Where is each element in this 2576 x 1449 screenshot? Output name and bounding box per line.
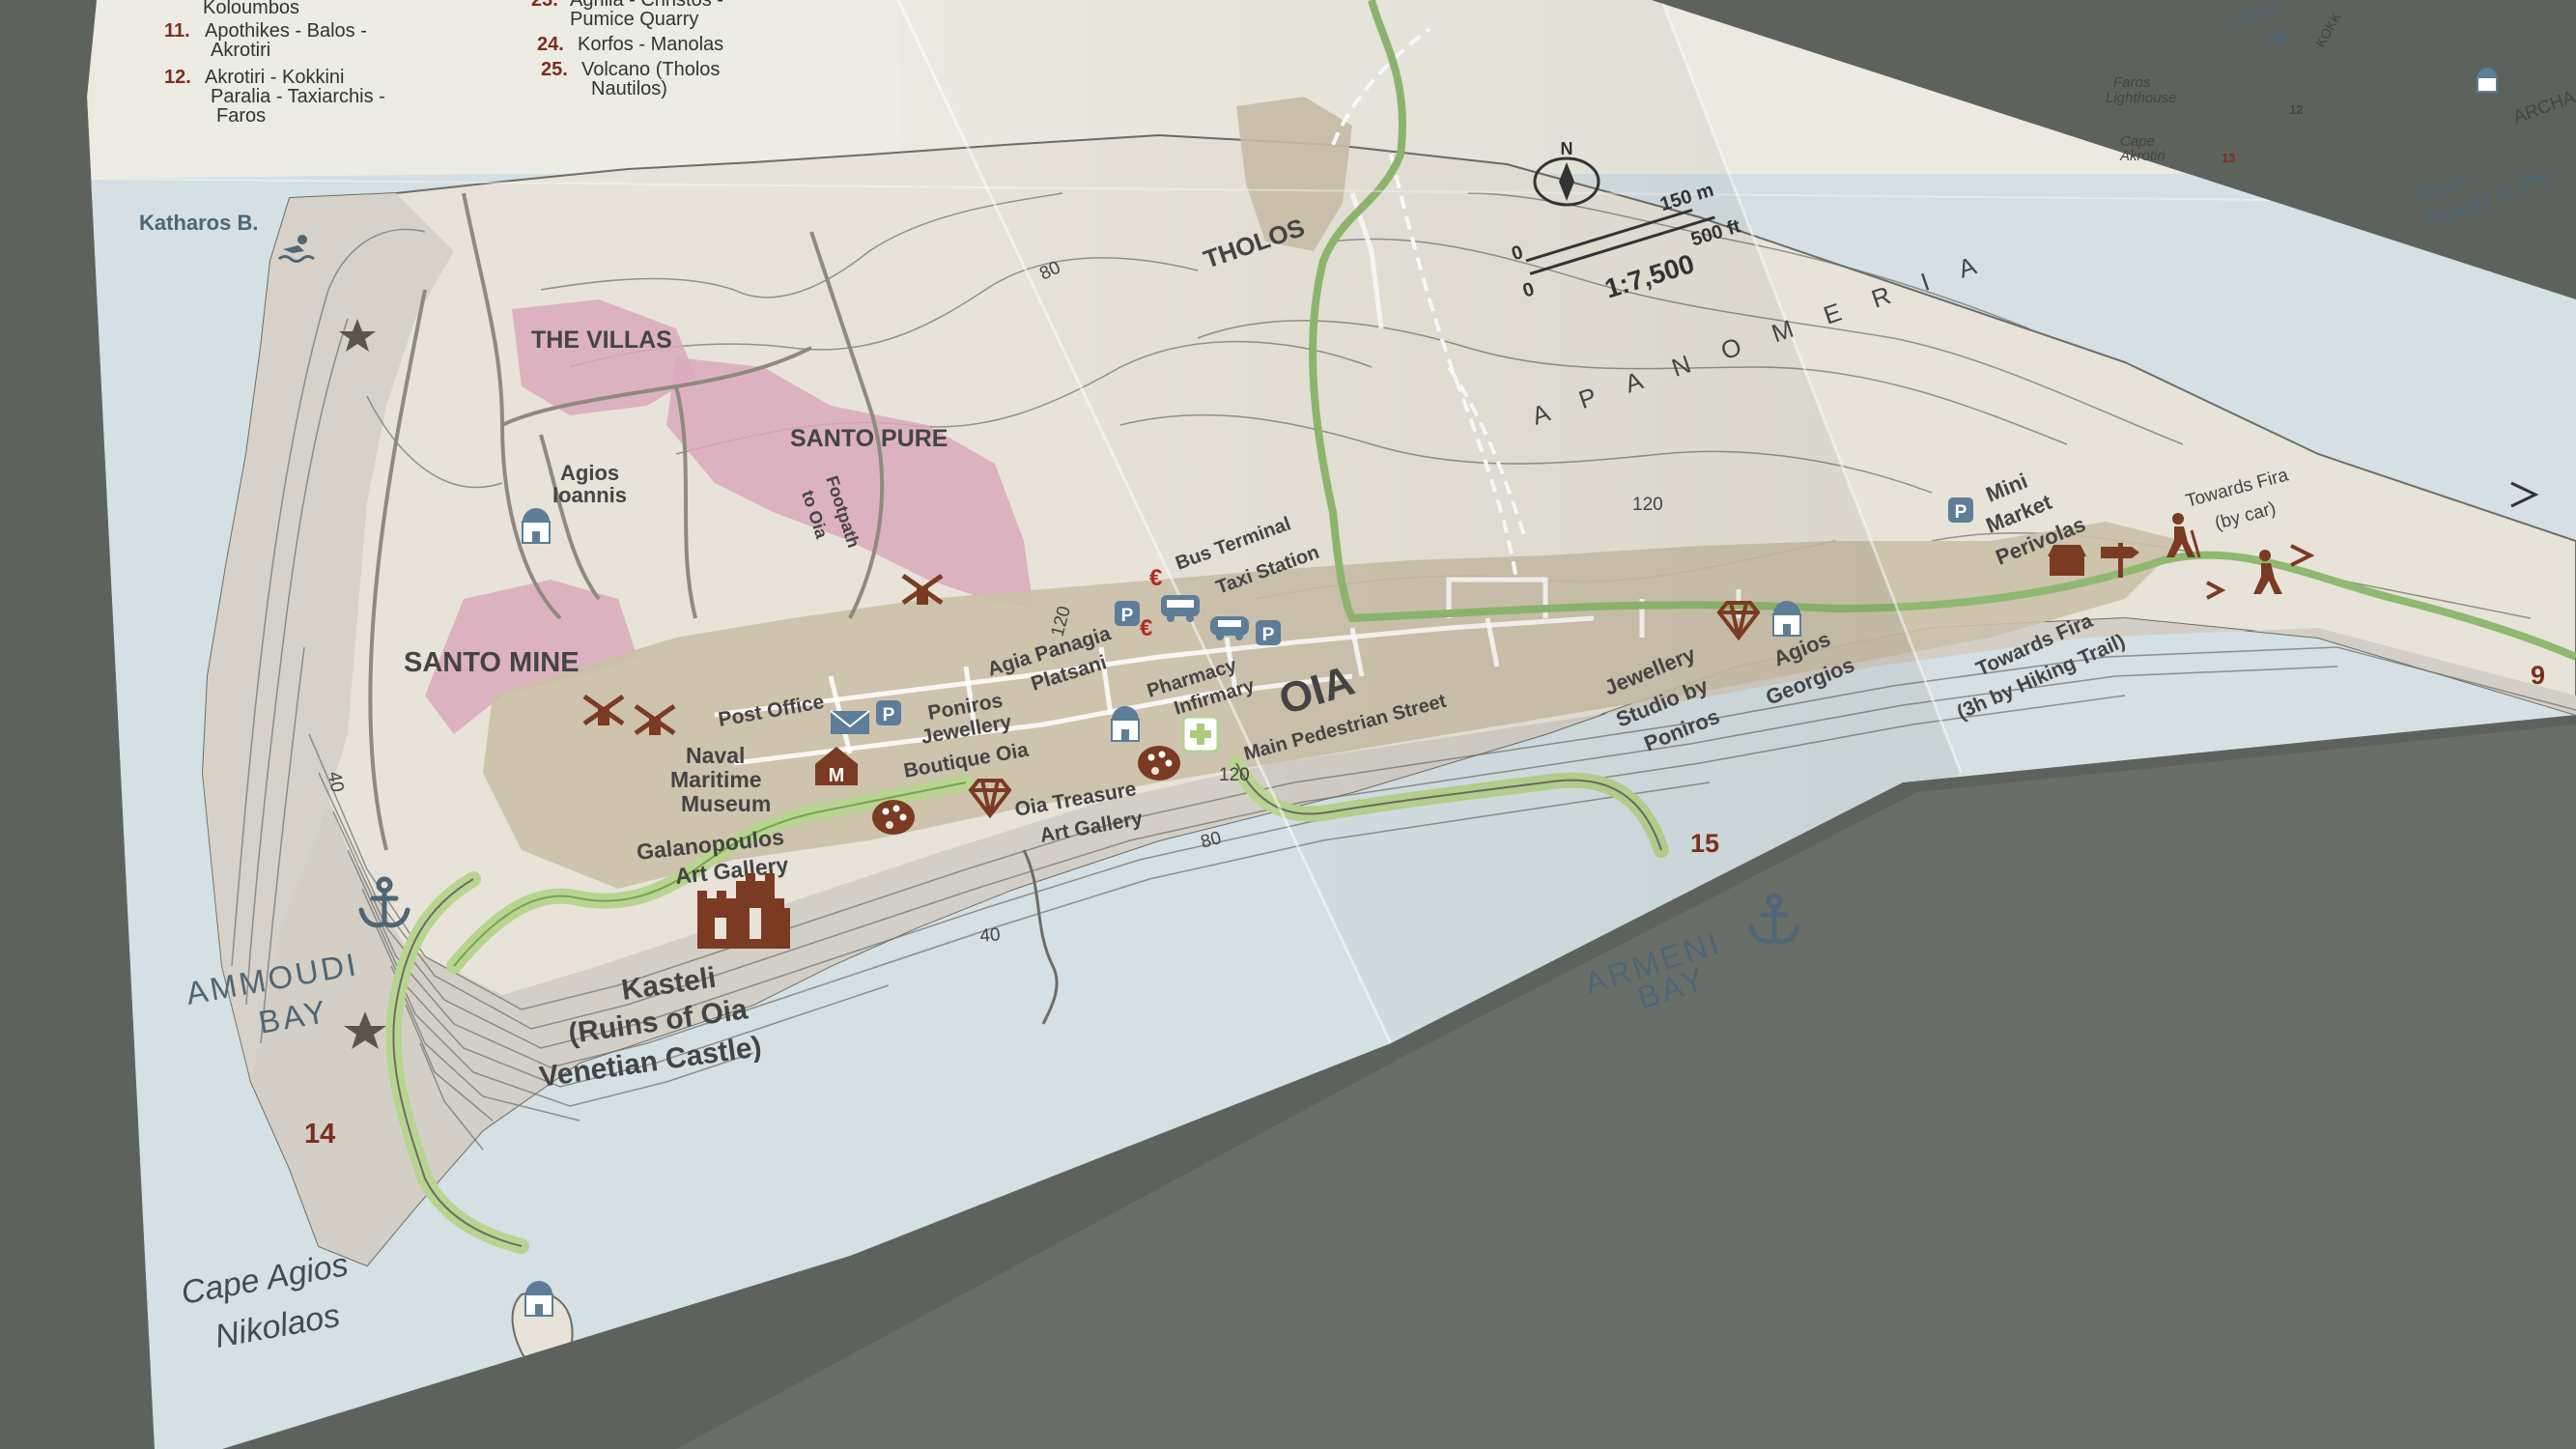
parking-label-taxi: P [1262,625,1275,645]
legend-line-4: Akrotiri - Kokkini [205,67,344,88]
legend-line-6: Faros [216,105,266,127]
label-lighthouse: Lighthouse [2106,90,2176,106]
oia-map: Koloumbos 11. Apothikes - Balos - Akroti… [0,0,2576,1449]
label-naval: Naval [686,743,745,768]
art-gallery-icon-main [1138,746,1180,781]
legend-line-1: Koloumbos [203,0,299,18]
post-office-icon [830,710,870,734]
legend-num-25: 25. [541,59,568,80]
legend-line-8: Pumice Quarry [570,9,698,30]
label-maritime: Maritime [670,767,762,792]
parking-label-perivolas: P [1955,502,1967,523]
trail-number-14[interactable]: 14 [304,1119,335,1150]
map-scene: Koloumbos 11. Apothikes - Balos - Akroti… [0,0,2576,1449]
legend-line-5: Paralia - Taxiarchis - [211,86,385,107]
parking-icon-taxi: P [1256,620,1281,645]
infirmary-icon [1181,715,1220,753]
trail-number-12[interactable]: 12 [2289,102,2303,117]
contour-40-left: 40 [324,770,347,793]
contour-120-south: 120 [1219,765,1250,785]
art-gallery-icon-galanopoulos [872,800,915,835]
parking-icon-bus: P [1115,601,1140,626]
museum-letter: M [829,765,845,786]
church-icon-agios-georgios [1772,601,1801,637]
legend-num-12: 12. [164,67,191,88]
label-agios-ioannis-1: Agios [560,461,619,485]
legend-num-24: 24. [537,34,564,55]
parking-label-bus: P [1121,606,1134,626]
parking-label-post: P [883,705,895,725]
contour-120-top: 120 [1632,495,1663,515]
north-label: N [1561,139,1573,158]
legend-line-9: Korfos - Manolas [578,34,723,55]
legend-line-11: Nautilos) [591,78,667,99]
legend-num-11: 11. [164,20,190,42]
church-icon-panagia [1111,706,1140,742]
church-icon-agios-ioannis [522,508,551,544]
trail-number-9[interactable]: 9 [2531,661,2545,690]
legend-num-23: 23. [531,0,558,11]
legend-line-2: Apothikes - Balos - [205,20,367,42]
atm-euro-icon-2: € [1140,615,1152,641]
contour-40-south: 40 [979,924,1002,947]
legend-line-3: Akrotiri [211,40,270,61]
church-icon-inset [2477,68,2498,93]
label-santo-pure: SANTO PURE [790,425,948,452]
legend-line-10: Volcano (Tholos [581,59,720,80]
trail-number-13[interactable]: 13 [2222,151,2235,165]
atm-euro-icon: € [1149,565,1162,591]
label-the-villas: THE VILLAS [531,327,672,354]
trail-number-15[interactable]: 15 [1690,829,1719,858]
church-icon-cape [524,1281,553,1317]
label-museum: Museum [681,791,771,816]
label-cape-akrotiri-2: Akrotiri [2119,148,2166,164]
label-agios-ioannis-2: Ioannis [552,483,627,507]
parking-icon-perivolas: P [1948,497,1973,523]
parking-icon-post: P [876,700,901,725]
label-katharos-bay: Katharos B. [139,211,258,235]
label-santo-mine: SANTO MINE [404,647,580,678]
label-faros: Faros [2113,74,2151,91]
shop-icon [2048,545,2086,576]
